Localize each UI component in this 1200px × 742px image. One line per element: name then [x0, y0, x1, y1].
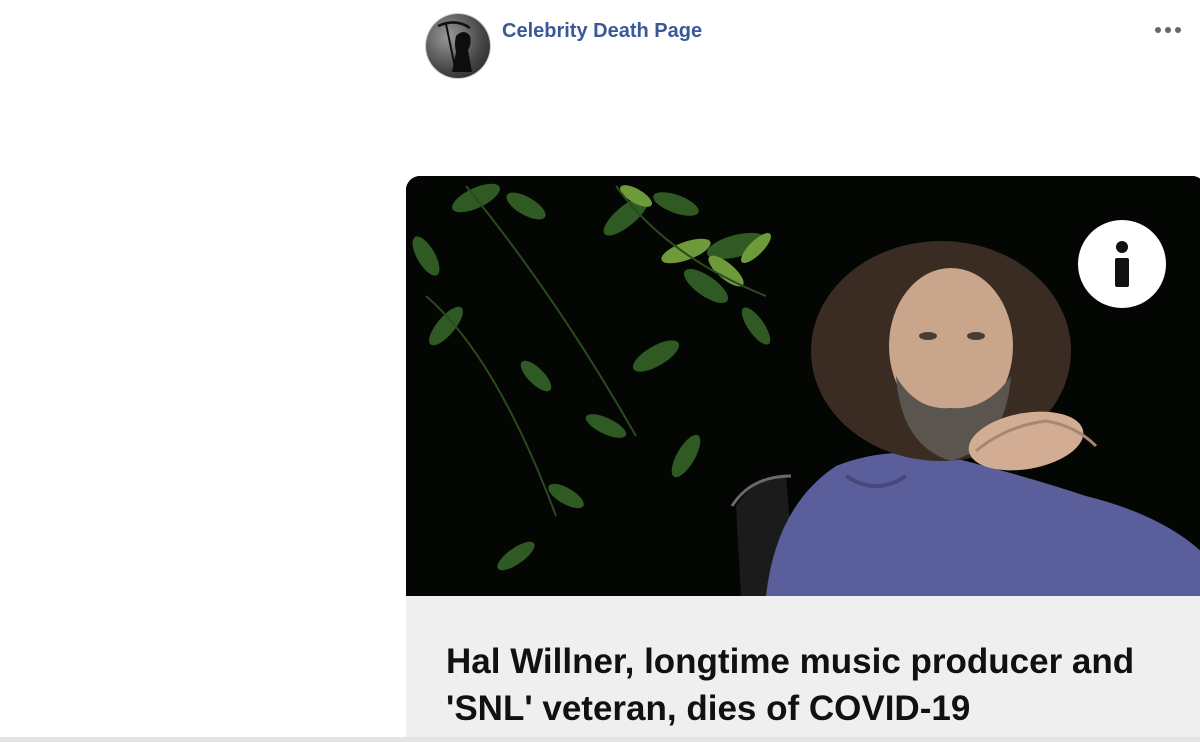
grim-reaper-avatar-icon — [437, 21, 472, 73]
link-preview-card[interactable]: Hal Willner, longtime music producer and… — [406, 176, 1200, 742]
more-options-button[interactable] — [1150, 18, 1186, 42]
page: Celebrity Death Page Hal Willner, longti… — [0, 0, 1200, 742]
article-headline[interactable]: Hal Willner, longtime music producer and… — [446, 638, 1186, 732]
page-name-link[interactable]: Celebrity Death Page — [502, 20, 702, 43]
article-photo — [406, 176, 1200, 596]
info-button[interactable] — [1078, 220, 1166, 308]
post-header: Celebrity Death Page — [424, 14, 1200, 84]
article-photo-illustration — [406, 176, 1200, 596]
info-icon — [1115, 241, 1129, 287]
ellipsis-icon — [1155, 27, 1181, 33]
bottom-divider — [0, 737, 1200, 742]
page-avatar[interactable] — [426, 14, 490, 78]
